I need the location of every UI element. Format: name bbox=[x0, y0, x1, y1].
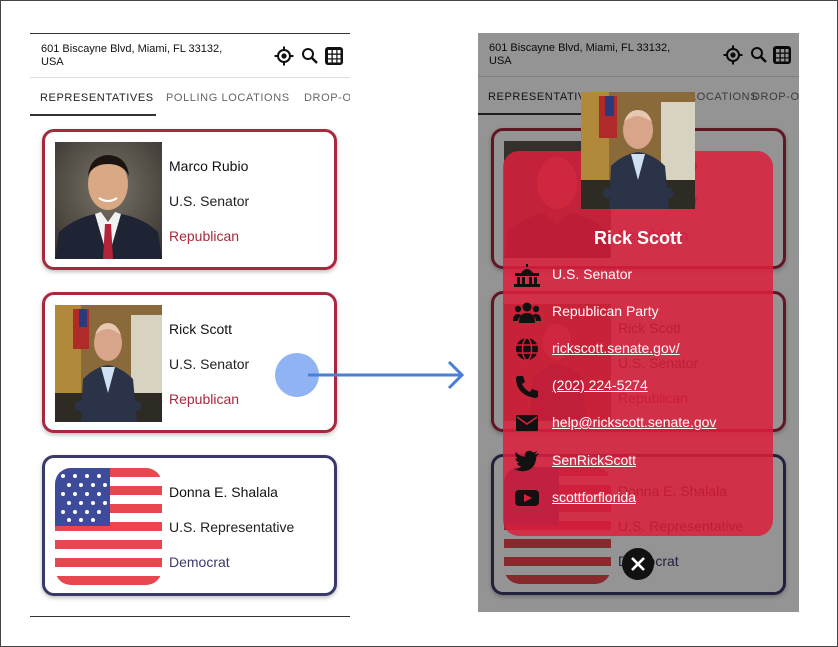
close-icon bbox=[631, 557, 645, 571]
representative-name: Donna E. Shalala bbox=[169, 484, 278, 500]
twitter-icon bbox=[514, 450, 539, 472]
representative-party: Republican bbox=[169, 228, 240, 244]
grid-icon[interactable] bbox=[324, 46, 344, 66]
representative-card-rubio[interactable]: Marco Rubio U.S. Senator Republican bbox=[42, 129, 337, 270]
address-text[interactable]: 601 Biscayne Blvd, Miami, FL 33132, USA bbox=[41, 43, 241, 69]
modal-party-text: Republican Party bbox=[552, 303, 659, 319]
email-icon bbox=[516, 415, 538, 431]
crosshair-icon[interactable] bbox=[274, 46, 294, 66]
top-bar: 601 Biscayne Blvd, Miami, FL 33132, USA bbox=[30, 34, 350, 78]
representative-party: Republican bbox=[169, 391, 240, 407]
representative-card-shalala[interactable]: Donna E. Shalala U.S. Representative Dem… bbox=[42, 455, 337, 596]
representative-photo bbox=[55, 305, 162, 422]
modal-phone-row[interactable]: (202) 224-5274 bbox=[513, 373, 768, 399]
modal-office-text: U.S. Senator bbox=[552, 266, 633, 282]
tab-drop-off[interactable]: DROP-OFF bbox=[304, 92, 350, 104]
tab-polling-locations[interactable]: POLLING LOCATIONS bbox=[166, 92, 290, 104]
representative-name: Rick Scott bbox=[169, 321, 233, 337]
representative-office: U.S. Senator bbox=[169, 356, 250, 372]
youtube-icon bbox=[515, 490, 539, 506]
modal-phone-link[interactable]: (202) 224-5274 bbox=[552, 377, 648, 393]
people-group-icon bbox=[513, 302, 541, 323]
modal-representative-name: Rick Scott bbox=[593, 228, 683, 248]
flag-placeholder-image bbox=[55, 468, 162, 585]
modal-party-row: Republican Party bbox=[513, 299, 768, 325]
modal-website-row[interactable]: rickscott.senate.gov/ bbox=[513, 336, 768, 362]
representative-office: U.S. Representative bbox=[169, 519, 295, 535]
modal-twitter-row[interactable]: SenRickScott bbox=[513, 448, 768, 474]
modal-youtube-link[interactable]: scottforflorida bbox=[552, 489, 636, 505]
globe-icon bbox=[516, 337, 538, 361]
tab-bar: REPRESENTATIVES POLLING LOCATIONS DROP-O… bbox=[30, 78, 350, 116]
modal-office-row: U.S. Senator bbox=[513, 262, 768, 288]
representative-party: Democrat bbox=[169, 554, 230, 570]
representative-photo bbox=[55, 142, 162, 259]
close-modal-button[interactable] bbox=[622, 548, 654, 580]
transition-arrow-icon bbox=[308, 360, 465, 390]
tab-representatives[interactable]: REPRESENTATIVES bbox=[40, 92, 154, 104]
modal-website-link[interactable]: rickscott.senate.gov/ bbox=[552, 340, 680, 356]
phone-icon bbox=[516, 376, 538, 398]
representative-office: U.S. Senator bbox=[169, 193, 250, 209]
representative-name: Marco Rubio bbox=[169, 158, 249, 174]
representatives-screen: 601 Biscayne Blvd, Miami, FL 33132, USA bbox=[30, 33, 350, 617]
modal-email-row[interactable]: help@rickscott.senate.gov bbox=[513, 410, 768, 436]
capitol-building-icon bbox=[514, 264, 540, 287]
search-icon[interactable] bbox=[300, 46, 320, 66]
modal-twitter-link[interactable]: SenRickScott bbox=[552, 452, 636, 468]
modal-youtube-row[interactable]: scottforflorida bbox=[513, 485, 768, 511]
active-tab-indicator bbox=[30, 114, 156, 116]
modal-email-link[interactable]: help@rickscott.senate.gov bbox=[552, 414, 716, 430]
modal-representative-photo bbox=[581, 92, 695, 209]
